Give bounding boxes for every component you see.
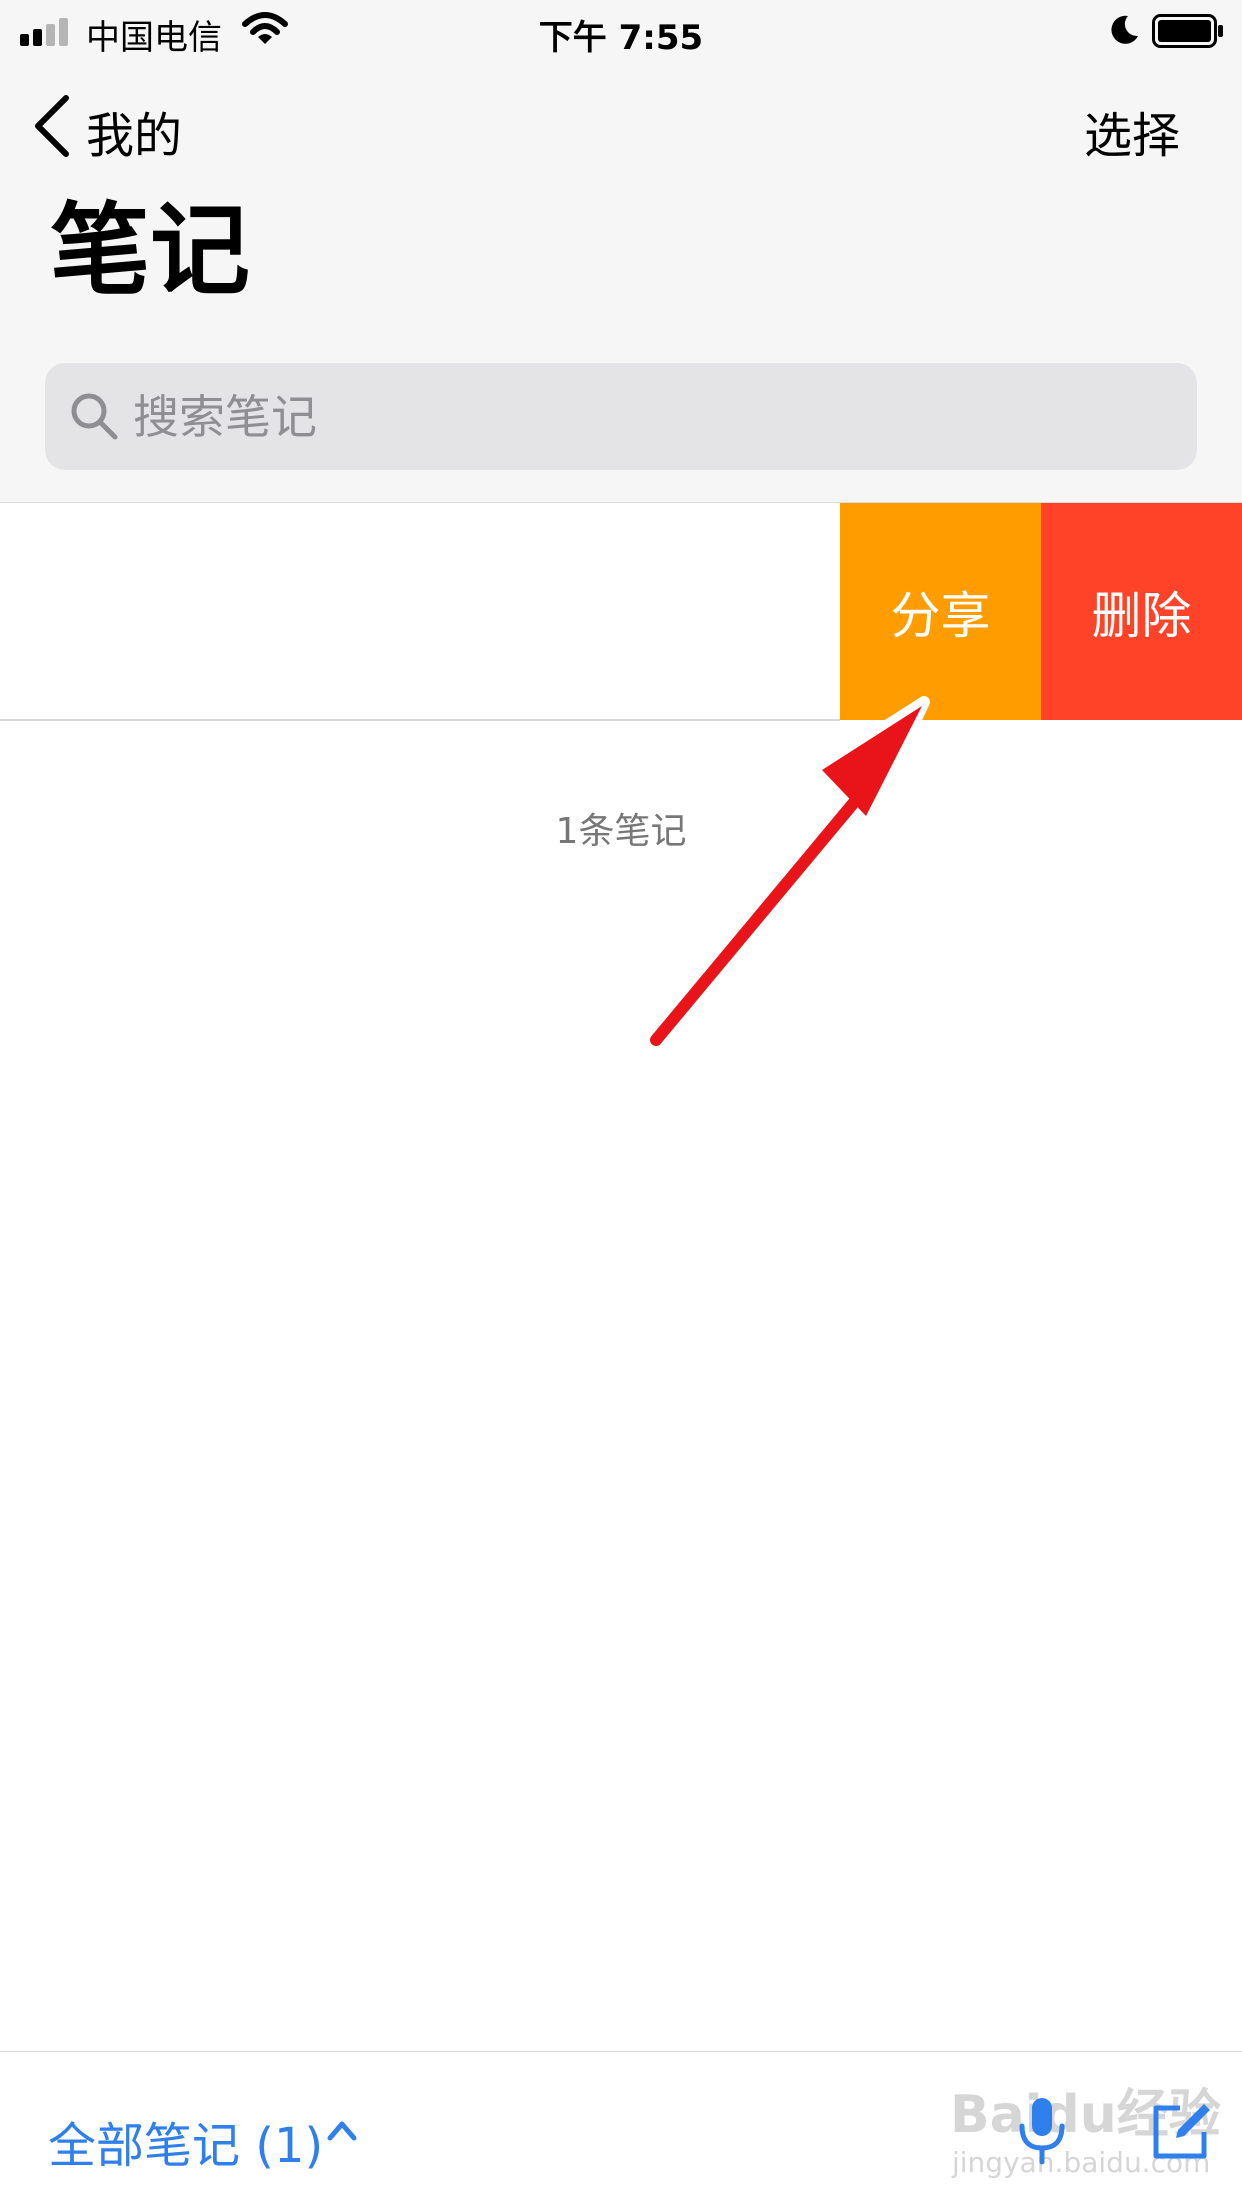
all-notes-button[interactable]: 全部笔记 (1): [48, 2106, 323, 2176]
note-count-label: 1条笔记: [555, 811, 687, 852]
row-separator: [0, 719, 840, 721]
select-button[interactable]: 选择: [1084, 96, 1180, 166]
status-time: 下午 7:55: [538, 18, 704, 58]
note-row[interactable]: 分享 删除: [0, 503, 1242, 720]
back-button[interactable]: 我的: [86, 96, 182, 166]
page-title: 笔记: [50, 192, 250, 309]
moon-icon: [1111, 15, 1138, 44]
share-button[interactable]: 分享: [840, 503, 1041, 720]
arrow-shape: [645, 696, 930, 1051]
chevron-up-icon[interactable]: [326, 2116, 358, 2144]
search-bar[interactable]: [45, 363, 1197, 470]
nav-bar: 我的 选择: [0, 88, 1242, 164]
delete-button[interactable]: 删除: [1041, 503, 1242, 720]
compose-icon[interactable]: [1150, 2100, 1212, 2162]
back-chevron-icon[interactable]: [30, 94, 74, 158]
search-icon: [71, 393, 118, 440]
mic-icon[interactable]: [1015, 2096, 1069, 2166]
bottom-toolbar: 全部笔记 (1) Baidu经验 jingyan.baidu.com: [0, 2051, 1242, 2208]
search-input[interactable]: [133, 363, 1173, 470]
header-area: 中国电信 下午 7:55 我的 选择 笔记: [0, 0, 1242, 503]
battery-icon: [1152, 14, 1223, 48]
status-bar: 中国电信 下午 7:55: [0, 0, 1242, 62]
